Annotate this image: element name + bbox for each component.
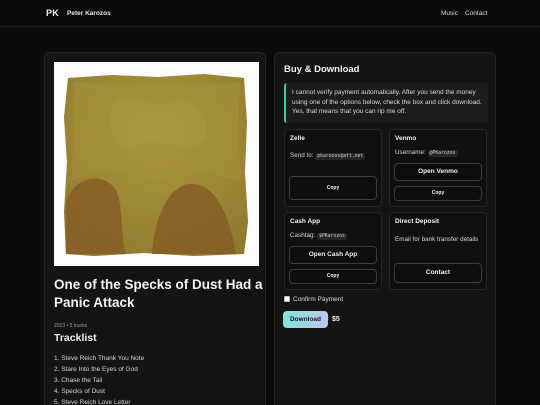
download-button[interactable]: Download <box>283 311 328 328</box>
contact-button[interactable]: Contact <box>394 263 482 283</box>
confirm-payment-row[interactable]: Confirm Payment <box>284 296 343 303</box>
track-item: 3. Chase the Tail <box>54 377 103 384</box>
cashapp-copy-button[interactable]: Copy <box>289 269 377 284</box>
album-meta: 2023 • 5 tracks <box>54 323 88 329</box>
zelle-box: Zelle Send to: pkarozos@att.net Copy <box>284 129 382 207</box>
venmo-title: Venmo <box>395 135 417 142</box>
album-title: One of the Specks of Dust Had a Panic At… <box>54 277 263 310</box>
venmo-copy-button[interactable]: Copy <box>394 186 482 201</box>
cashapp-cashtag: Cashtag: $PKarozos <box>290 232 347 240</box>
zelle-address: pkarozos@att.net <box>315 153 366 160</box>
cashapp-handle: $PKarozos <box>316 233 347 240</box>
album-cover-image <box>54 62 259 266</box>
track-item: 2. Stare Into the Eyes of God <box>54 366 138 373</box>
open-venmo-button[interactable]: Open Venmo <box>394 163 482 181</box>
nav-music-link[interactable]: Music <box>441 10 458 17</box>
confirm-payment-checkbox[interactable] <box>284 296 290 302</box>
direct-deposit-description: Email for bank transfer details <box>395 236 479 243</box>
tracklist: 1. Steve Reich Thank You Note 2. Stare I… <box>54 353 144 405</box>
payment-notice: I cannot verify payment automatically. A… <box>284 83 488 123</box>
buy-download-heading: Buy & Download <box>284 64 360 75</box>
cashapp-title: Cash App <box>290 218 321 225</box>
top-nav-bar: PK Peter Karozos Music Contact <box>0 0 540 27</box>
tracklist-heading: Tracklist <box>54 332 97 344</box>
venmo-handle: @PKarozos <box>427 150 458 157</box>
track-item: 5. Steve Reich Love Letter <box>54 399 131 405</box>
direct-deposit-title: Direct Deposit <box>395 218 440 225</box>
zelle-label: Send to: <box>290 152 314 159</box>
cashapp-label: Cashtag: <box>290 232 316 239</box>
cashapp-box: Cash App Cashtag: $PKarozos Open Cash Ap… <box>284 212 382 290</box>
purchase-card: Buy & Download I cannot verify payment a… <box>274 52 496 405</box>
zelle-copy-button[interactable]: Copy <box>289 176 377 200</box>
album-card: One of the Specks of Dust Had a Panic At… <box>44 52 266 405</box>
zelle-send-to: Send to: pkarozos@att.net <box>290 152 366 160</box>
track-item: 1. Steve Reich Thank You Note <box>54 355 145 362</box>
price-label: $5 <box>332 316 340 323</box>
venmo-box: Venmo Username: @PKarozos Open Venmo Cop… <box>389 129 487 207</box>
venmo-label: Username: <box>395 149 426 156</box>
track-item: 4. Specks of Dust <box>54 388 105 395</box>
site-logo[interactable]: PK <box>46 8 59 18</box>
zelle-title: Zelle <box>290 135 305 142</box>
direct-deposit-box: Direct Deposit Email for bank transfer d… <box>389 212 487 290</box>
confirm-payment-label[interactable]: Confirm Payment <box>293 296 343 303</box>
venmo-username: Username: @PKarozos <box>395 149 458 157</box>
site-name[interactable]: Peter Karozos <box>67 10 111 17</box>
open-cashapp-button[interactable]: Open Cash App <box>289 246 377 264</box>
nav-contact-link[interactable]: Contact <box>465 10 487 17</box>
